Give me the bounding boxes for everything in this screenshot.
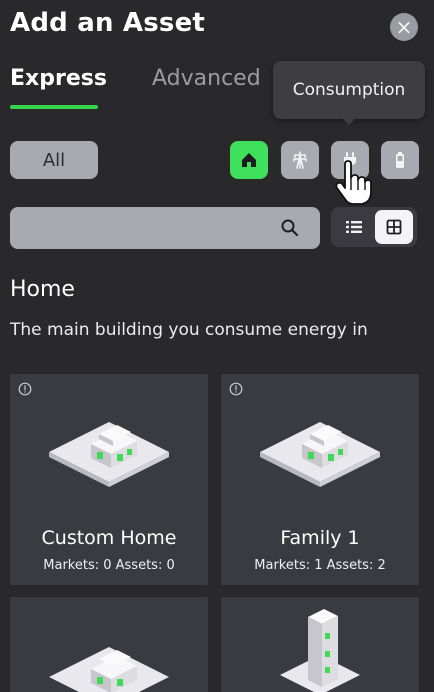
view-toggle bbox=[331, 207, 417, 247]
grid-tower-icon bbox=[293, 151, 307, 169]
asset-card[interactable] bbox=[221, 597, 419, 692]
section-description: The main building you consume energy in bbox=[10, 320, 368, 340]
tooltip-arrow bbox=[341, 117, 357, 125]
tab-express-underline bbox=[10, 105, 98, 109]
filter-grid-button[interactable] bbox=[281, 141, 319, 179]
filter-all-button[interactable]: All bbox=[10, 141, 98, 179]
close-button[interactable]: × bbox=[390, 13, 418, 41]
house-illustration bbox=[49, 647, 169, 692]
house-illustration bbox=[260, 422, 380, 487]
list-view-icon bbox=[346, 221, 362, 233]
battery-icon bbox=[396, 152, 404, 168]
filter-battery-button[interactable] bbox=[381, 141, 419, 179]
consumption-tooltip: Consumption bbox=[273, 61, 425, 119]
add-asset-dialog: Add an Asset × Express Advanced All Cons… bbox=[0, 0, 434, 692]
hand-pointer-cursor bbox=[335, 160, 372, 205]
tab-advanced[interactable]: Advanced bbox=[152, 66, 261, 91]
grid-view-button[interactable] bbox=[375, 210, 413, 244]
asset-card-meta: Markets: 0 Assets: 0 bbox=[43, 558, 175, 573]
close-icon: × bbox=[395, 15, 413, 39]
filter-home-button[interactable] bbox=[230, 141, 268, 179]
tab-express[interactable]: Express bbox=[10, 66, 107, 91]
section-title: Home bbox=[10, 277, 75, 302]
home-icon bbox=[242, 153, 256, 167]
info-icon[interactable] bbox=[229, 382, 243, 396]
asset-card-name: Family 1 bbox=[280, 527, 360, 549]
asset-card[interactable] bbox=[10, 597, 208, 692]
info-icon[interactable] bbox=[18, 382, 32, 396]
asset-card-name: Custom Home bbox=[41, 527, 177, 549]
house-illustration bbox=[49, 422, 169, 487]
search-box[interactable] bbox=[10, 207, 320, 251]
asset-card-family-1[interactable]: Family 1 Markets: 1 Assets: 2 bbox=[221, 374, 419, 585]
search-icon[interactable] bbox=[280, 218, 300, 238]
asset-card-meta: Markets: 1 Assets: 2 bbox=[254, 558, 386, 573]
asset-card-custom-home[interactable]: Custom Home Markets: 0 Assets: 0 bbox=[10, 374, 208, 585]
dialog-title: Add an Asset bbox=[10, 8, 206, 38]
grid-view-icon bbox=[386, 219, 402, 235]
list-view-button[interactable] bbox=[337, 212, 371, 242]
apartment-illustration bbox=[280, 609, 360, 692]
search-input[interactable] bbox=[20, 207, 274, 251]
